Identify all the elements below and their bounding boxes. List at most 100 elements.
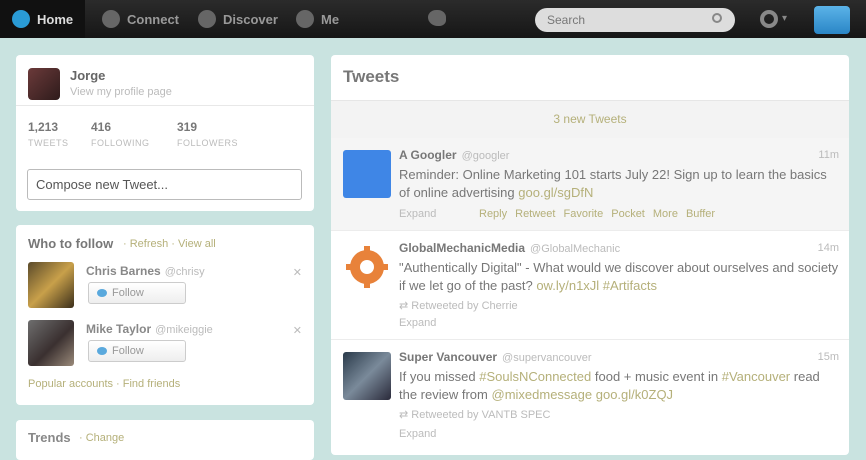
- tweet-time[interactable]: 15m: [818, 351, 839, 363]
- tweet-author[interactable]: GlobalMechanicMedia @GlobalMechanic: [399, 241, 620, 255]
- search-icon[interactable]: [712, 13, 722, 23]
- stat-following[interactable]: 416 FOLLOWING: [91, 120, 150, 148]
- bird-icon: [97, 347, 107, 355]
- stat-followers-label: FOLLOWERS: [177, 138, 239, 148]
- tweet-link[interactable]: goo.gl/sgDfN: [518, 185, 593, 200]
- retweeted-by: ⇄ Retweeted by VANTB SPEC: [399, 408, 550, 421]
- profile-page-link[interactable]: View my profile page: [70, 86, 172, 98]
- discover-icon: [198, 10, 216, 28]
- stat-following-value: 416: [91, 120, 112, 134]
- bird-icon: [97, 289, 107, 297]
- pocket-action[interactable]: Pocket: [611, 208, 645, 220]
- follow-suggestion: Mike Taylor @mikeiggie ✕ Follow: [28, 320, 308, 370]
- tweet-text: "Authentically Digital" - What would we …: [399, 259, 839, 295]
- tweet-link[interactable]: ow.ly/n1xJl #Artifacts: [536, 278, 657, 293]
- suggestion-name-text: Chris Barnes: [86, 264, 161, 278]
- stat-following-label: FOLLOWING: [91, 138, 150, 148]
- retweeted-by-text: Retweeted by VANTB SPEC: [411, 409, 551, 421]
- retweeted-by-text: Retweeted by Cherrie: [411, 300, 518, 312]
- profile-name[interactable]: Jorge: [70, 68, 105, 83]
- tweet[interactable]: Super Vancouver @supervancouver 15m If yo…: [331, 340, 849, 454]
- expand-link[interactable]: Expand: [399, 208, 436, 220]
- stat-tweets[interactable]: 1,213 TWEETS: [28, 120, 69, 148]
- chevron-down-icon[interactable]: ▾: [782, 13, 787, 24]
- globalmechanic-avatar[interactable]: [343, 243, 391, 291]
- stat-followers-value: 319: [177, 120, 198, 134]
- tweet-time[interactable]: 11m: [818, 149, 839, 161]
- tweet-author[interactable]: Super Vancouver @supervancouver: [399, 350, 591, 364]
- tweet-text-mid: food + music event in: [594, 369, 719, 384]
- nav-connect-label: Connect: [127, 11, 179, 27]
- tweet-handle: @supervancouver: [502, 352, 592, 364]
- dismiss-icon[interactable]: ✕: [293, 324, 302, 337]
- home-icon: [12, 10, 30, 28]
- reply-action[interactable]: Reply: [479, 208, 507, 220]
- dismiss-icon[interactable]: ✕: [293, 266, 302, 279]
- gear-icon[interactable]: [760, 10, 778, 28]
- nav-me-label: Me: [321, 11, 340, 27]
- expand-link[interactable]: Expand: [399, 428, 436, 440]
- suggestion-name-text: Mike Taylor: [86, 322, 152, 336]
- who-to-follow-links[interactable]: · Refresh · View all: [123, 238, 216, 250]
- follow-label: Follow: [112, 345, 144, 357]
- twitter-bird-icon[interactable]: [428, 10, 446, 26]
- me-icon: [296, 10, 314, 28]
- nav-discover[interactable]: Discover: [192, 0, 284, 38]
- trends-change-link[interactable]: · Change: [79, 432, 124, 444]
- tweet-text: Reminder: Online Marketing 101 starts Ju…: [399, 166, 839, 202]
- buffer-action[interactable]: Buffer: [686, 208, 715, 220]
- compose-tweet-button[interactable]: [814, 6, 850, 34]
- suggestion-handle: @mikeiggie: [155, 324, 213, 336]
- connect-icon: [102, 10, 120, 28]
- follow-suggestion: Chris Barnes @chrisy ✕ Follow: [28, 262, 308, 312]
- stat-tweets-label: TWEETS: [28, 138, 69, 148]
- nav-discover-label: Discover: [223, 11, 278, 27]
- retweet-icon: ⇄: [399, 409, 412, 421]
- expand-link[interactable]: Expand: [399, 317, 436, 329]
- retweet-action[interactable]: Retweet: [515, 208, 555, 220]
- suggestion-handle: @chrisy: [164, 266, 205, 278]
- favorite-action[interactable]: Favorite: [563, 208, 603, 220]
- hashtag-link[interactable]: #Vancouver: [722, 369, 790, 384]
- compose-tweet-input[interactable]: [27, 169, 302, 200]
- follow-button[interactable]: Follow: [88, 340, 186, 362]
- suggestion-name[interactable]: Mike Taylor @mikeiggie: [86, 322, 213, 336]
- nav-connect[interactable]: Connect: [96, 0, 185, 38]
- stat-tweets-value: 1,213: [28, 120, 59, 134]
- tweet[interactable]: GlobalMechanicMedia @GlobalMechanic 14m "…: [331, 231, 849, 340]
- retweeted-by: ⇄ Retweeted by Cherrie: [399, 299, 518, 312]
- nav-home[interactable]: Home: [0, 0, 86, 38]
- who-to-follow-footer[interactable]: Popular accounts · Find friends: [28, 378, 180, 390]
- google-avatar[interactable]: [343, 150, 391, 198]
- tweet-author-name: GlobalMechanicMedia: [399, 241, 526, 255]
- suggestion-avatar[interactable]: [28, 320, 74, 366]
- tweets-heading: Tweets: [343, 67, 400, 86]
- follow-label: Follow: [112, 287, 144, 299]
- suggestion-name[interactable]: Chris Barnes @chrisy: [86, 264, 205, 278]
- more-action[interactable]: More: [653, 208, 678, 220]
- avatar[interactable]: [28, 68, 60, 100]
- tweet[interactable]: A Googler @googler 11m Reminder: Online M…: [331, 138, 849, 231]
- tweet-actions: Reply Retweet Favorite Pocket More Buffe…: [479, 208, 715, 220]
- hashtag-link[interactable]: #SoulsNConnected: [479, 369, 591, 384]
- tweet-link[interactable]: @mixedmessage goo.gl/k0ZQJ: [492, 387, 674, 402]
- nav-home-label: Home: [37, 11, 74, 27]
- stat-followers[interactable]: 319 FOLLOWERS: [177, 120, 238, 148]
- new-tweets-bar[interactable]: 3 new Tweets: [331, 100, 849, 139]
- tweet-author-name: Super Vancouver: [399, 350, 498, 364]
- search-input[interactable]: [535, 8, 735, 32]
- nav-me[interactable]: Me: [290, 0, 345, 38]
- trends-title: Trends: [28, 430, 71, 445]
- tweet-text-pre: If you missed: [399, 369, 476, 384]
- suggestion-avatar[interactable]: [28, 262, 74, 308]
- supervancouver-avatar[interactable]: [343, 352, 391, 400]
- follow-button[interactable]: Follow: [88, 282, 186, 304]
- tweet-time[interactable]: 14m: [818, 242, 839, 254]
- tweet-text: If you missed #SoulsNConnected food + mu…: [399, 368, 839, 404]
- tweet-handle: @googler: [461, 150, 510, 162]
- retweet-icon: ⇄: [399, 300, 412, 312]
- profile-divider: [16, 105, 314, 106]
- tweet-author[interactable]: A Googler @googler: [399, 148, 509, 162]
- who-to-follow-title: Who to follow: [28, 236, 114, 251]
- tweet-handle: @GlobalMechanic: [530, 243, 621, 255]
